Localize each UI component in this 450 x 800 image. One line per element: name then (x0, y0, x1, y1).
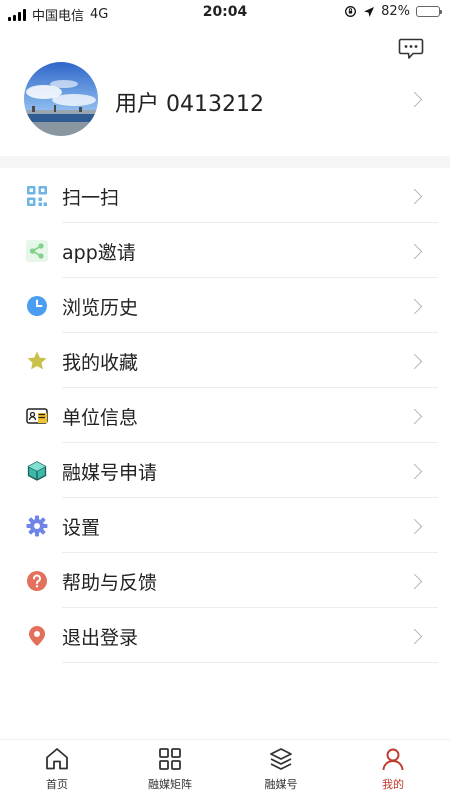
avatar-photo (24, 62, 98, 136)
menu-item-settings[interactable]: 设置 (0, 498, 450, 553)
status-right: 82% (344, 4, 442, 19)
share-icon (26, 240, 48, 262)
chevron-right-icon (406, 298, 423, 315)
menu-label: 退出登录 (62, 627, 139, 649)
section-separator (0, 156, 450, 168)
menu-label: 设置 (62, 517, 101, 539)
grid-icon (159, 748, 181, 770)
qr-scan-icon (27, 186, 47, 206)
chevron-right-icon (406, 573, 423, 590)
menu-item-scan[interactable]: 扫一扫 (0, 168, 450, 223)
menu-label: app邀请 (62, 242, 136, 264)
profile-header[interactable]: 用户 0413212 (0, 56, 450, 156)
menu-label: 融媒号申请 (62, 462, 158, 484)
menu-label: 帮助与反馈 (62, 572, 158, 594)
tab-media-matrix[interactable]: 融媒矩阵 (125, 746, 215, 798)
cube-icon (27, 461, 47, 481)
menu-label: 扫一扫 (62, 187, 120, 209)
clock-icon (27, 296, 47, 316)
tab-label: 融媒矩阵 (148, 778, 192, 791)
tab-home[interactable]: 首页 (12, 746, 102, 798)
chevron-right-icon (406, 188, 423, 205)
star-icon (27, 351, 47, 370)
chevron-right-icon (406, 518, 423, 535)
layers-icon (270, 748, 292, 770)
avatar[interactable] (24, 62, 98, 136)
battery-icon (416, 6, 442, 17)
home-icon (46, 748, 68, 770)
chevron-right-icon (406, 91, 423, 108)
battery-percent: 82% (381, 4, 410, 19)
menu-item-logout[interactable]: 退出登录 (0, 608, 450, 663)
chevron-right-icon (406, 463, 423, 480)
chevron-right-icon (406, 628, 423, 645)
bottom-tab-bar: 首页 融媒矩阵 融媒号 我的 (0, 739, 450, 800)
menu-label: 单位信息 (62, 407, 139, 429)
location-pin-icon (29, 626, 45, 646)
tab-media-account[interactable]: 融媒号 (236, 746, 326, 798)
menu-item-unit-info[interactable]: 单位信息 (0, 388, 450, 443)
id-card-icon (26, 408, 48, 424)
menu-item-media-apply[interactable]: 融媒号申请 (0, 443, 450, 498)
tab-label: 首页 (46, 778, 68, 791)
tab-mine[interactable]: 我的 (348, 746, 438, 798)
chevron-right-icon (406, 353, 423, 370)
settings-menu: 扫一扫 app邀请 浏览历史 我的收藏 单位信息 融媒号申请 设置 帮助与反馈 … (0, 168, 450, 663)
menu-item-favorites[interactable]: 我的收藏 (0, 333, 450, 388)
menu-label: 我的收藏 (62, 352, 139, 374)
user-icon (382, 748, 404, 771)
menu-item-history[interactable]: 浏览历史 (0, 278, 450, 333)
menu-label: 浏览历史 (62, 297, 139, 319)
tab-label: 融媒号 (264, 778, 298, 791)
status-bar: 中国电信 4G 20:04 82% (0, 0, 450, 26)
tab-label: 我的 (382, 778, 404, 791)
location-arrow-icon (364, 6, 375, 17)
chevron-right-icon (406, 243, 423, 260)
gear-icon (26, 515, 48, 537)
question-icon (27, 571, 47, 591)
menu-item-help-feedback[interactable]: 帮助与反馈 (0, 553, 450, 608)
divider (62, 662, 438, 663)
rotation-lock-icon (345, 6, 357, 17)
chevron-right-icon (406, 408, 423, 425)
menu-item-app-invite[interactable]: app邀请 (0, 223, 450, 278)
username[interactable]: 用户 0413212 (115, 86, 264, 118)
